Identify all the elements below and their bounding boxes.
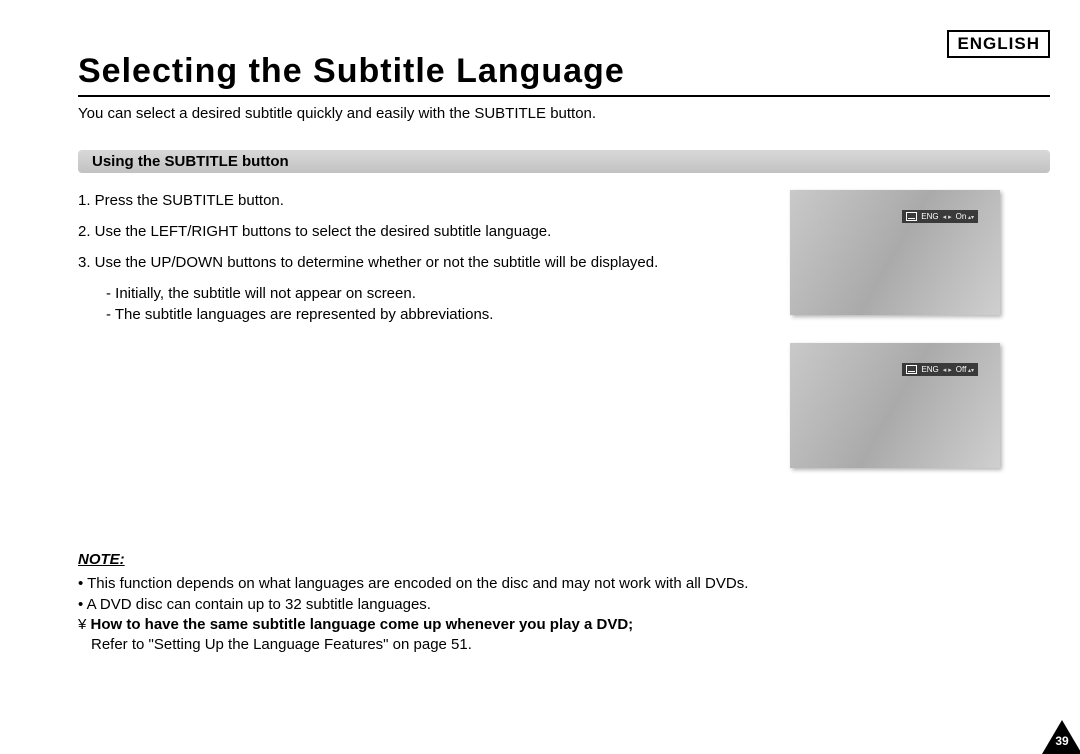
step-3-sub-b: - The subtitle languages are represented… xyxy=(106,304,778,325)
osd-overlay-off: ENG Off xyxy=(902,363,978,376)
osd-overlay-on: ENG On xyxy=(902,210,978,223)
arrows-lr-icon xyxy=(943,365,952,374)
intro-text: You can select a desired subtitle quickl… xyxy=(78,105,596,122)
language-badge: ENGLISH xyxy=(947,30,1050,58)
step-1: 1. Press the SUBTITLE button. xyxy=(78,190,778,211)
osd-state: On xyxy=(956,212,974,221)
step-2: 2. Use the LEFT/RIGHT buttons to select … xyxy=(78,221,778,242)
tv-screenshot-on: ENG On xyxy=(790,190,1000,315)
title-rule xyxy=(78,95,1050,97)
note-howto-line: ¥ How to have the same subtitle language… xyxy=(78,615,1040,635)
note-refer: Refer to "Setting Up the Language Featur… xyxy=(91,635,1040,655)
note-bullets: • This function depends on what language… xyxy=(78,574,1040,655)
page-title: Selecting the Subtitle Language xyxy=(78,52,625,91)
note-howto: How to have the same subtitle language c… xyxy=(91,616,634,633)
note-bullet-2: • A DVD disc can contain up to 32 subtit… xyxy=(78,595,1040,615)
subtitle-icon xyxy=(906,212,917,221)
steps-block: 1. Press the SUBTITLE button. 2. Use the… xyxy=(78,190,778,325)
screenshot-column: ENG On ENG Off xyxy=(790,190,1000,496)
osd-lang: ENG xyxy=(921,212,938,221)
osd-lang: ENG xyxy=(921,365,938,374)
osd-state: Off xyxy=(956,365,974,374)
subtitle-icon xyxy=(906,365,917,374)
manual-page: ENGLISH Selecting the Subtitle Language … xyxy=(0,0,1080,742)
section-heading-bar: Using the SUBTITLE button xyxy=(78,150,1050,173)
page-number: 39 xyxy=(1050,734,1074,748)
page-number-triangle: 39 xyxy=(1042,720,1080,754)
note-bullet-1: • This function depends on what language… xyxy=(78,574,1040,594)
step-3: 3. Use the UP/DOWN buttons to determine … xyxy=(78,252,778,273)
step-3-sub-a: - Initially, the subtitle will not appea… xyxy=(106,283,778,304)
note-block: NOTE: • This function depends on what la… xyxy=(78,550,1040,655)
howto-prefix: ¥ xyxy=(78,616,91,633)
tv-screenshot-off: ENG Off xyxy=(790,343,1000,468)
note-heading: NOTE: xyxy=(78,550,125,570)
arrows-lr-icon xyxy=(943,212,952,221)
